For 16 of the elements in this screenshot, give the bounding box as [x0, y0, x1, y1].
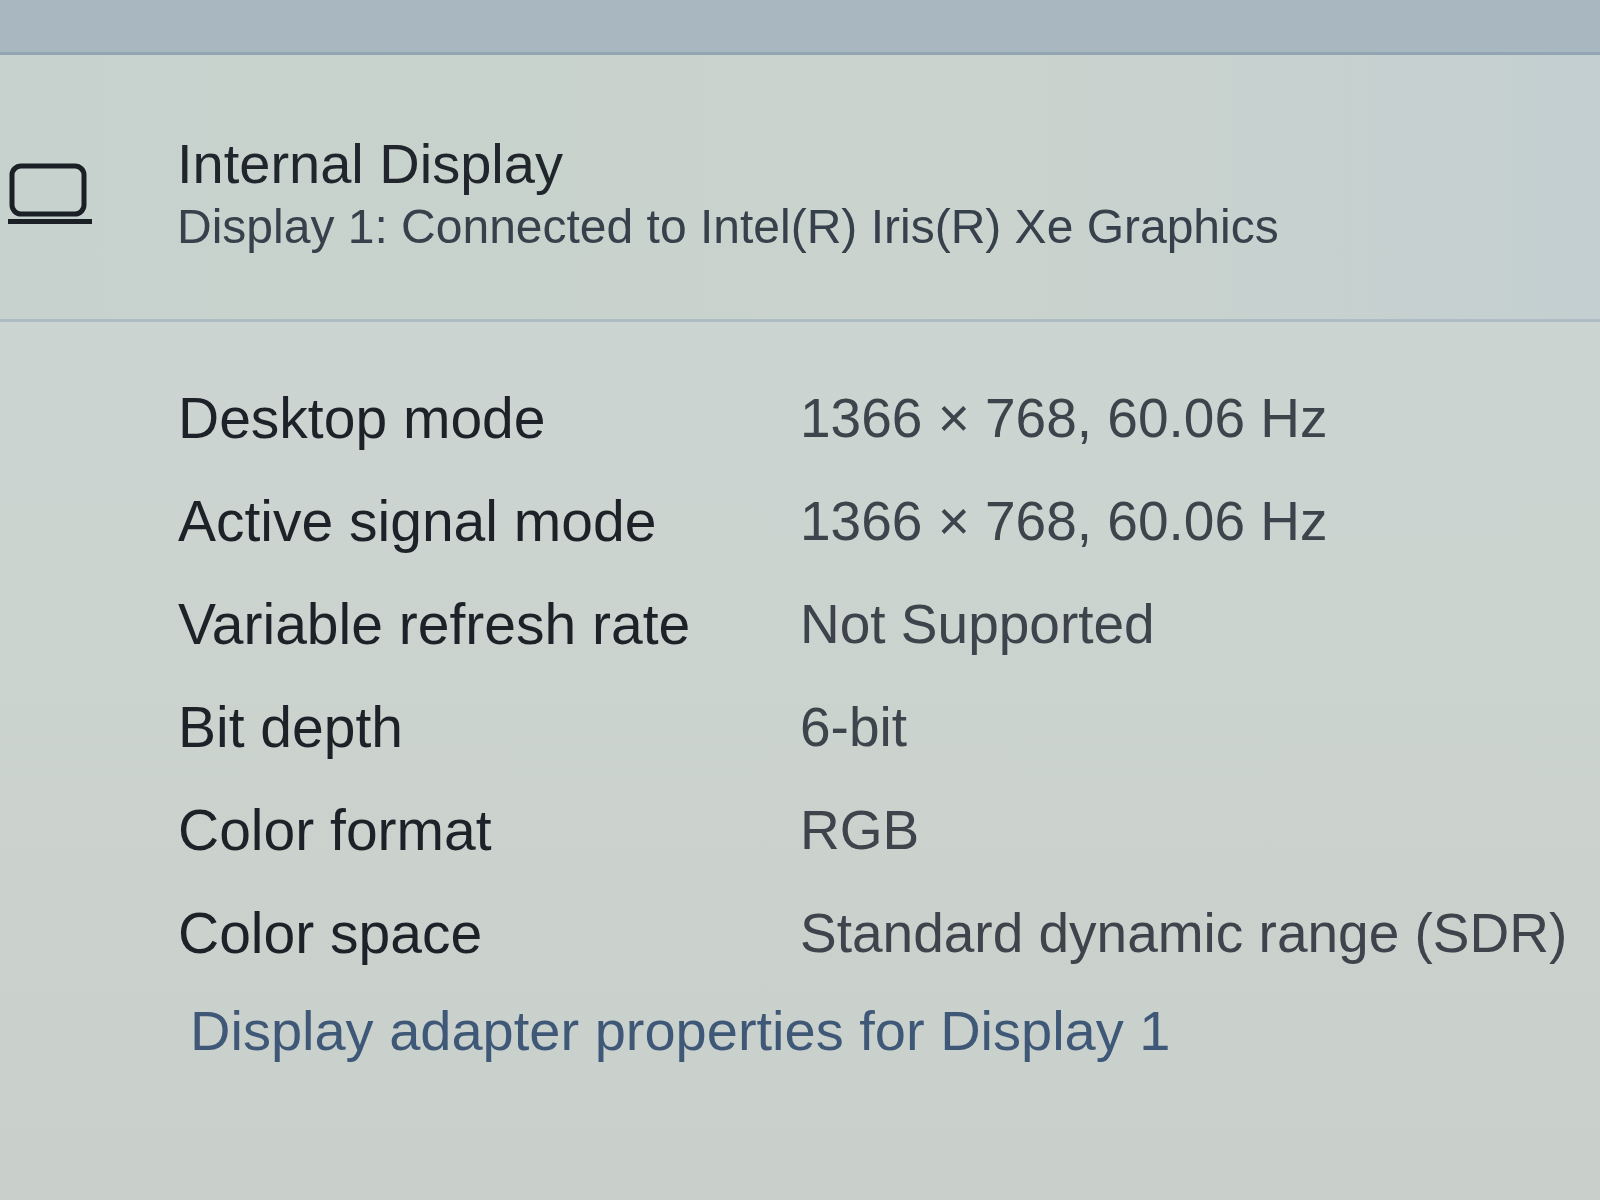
property-label: Variable refresh rate: [178, 590, 691, 657]
display-title: Internal Display: [177, 131, 564, 197]
property-value: RGB: [800, 797, 920, 862]
property-value: 1366 × 768, 60.06 Hz: [800, 385, 1328, 450]
property-value: Standard dynamic range (SDR): [800, 900, 1568, 965]
property-label: Bit depth: [178, 693, 403, 760]
property-value: Not Supported: [800, 591, 1155, 656]
laptop-icon: [8, 163, 92, 225]
property-label: Active signal mode: [178, 487, 657, 554]
display-subtitle: Display 1: Connected to Intel(R) Iris(R) Xe Graphics: [177, 199, 1279, 255]
property-label: Desktop mode: [178, 384, 546, 451]
adapter-properties-link[interactable]: Display adapter properties for Display 1: [190, 998, 1171, 1063]
property-label: Color format: [178, 796, 492, 863]
property-value: 6-bit: [800, 694, 907, 759]
property-label: Color space: [178, 899, 483, 966]
property-value: 1366 × 768, 60.06 Hz: [800, 488, 1328, 553]
